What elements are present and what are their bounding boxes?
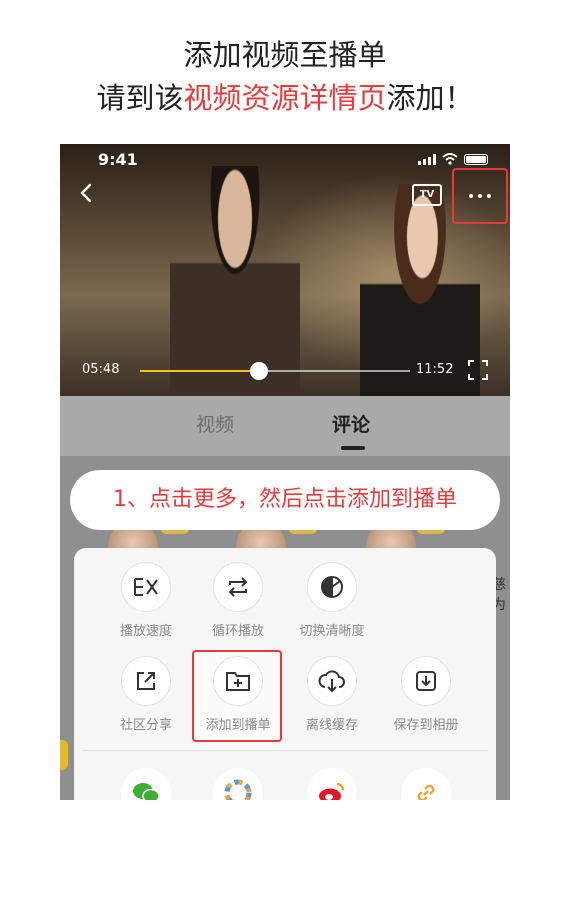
share-wechat[interactable] bbox=[96, 768, 196, 800]
battery-icon bbox=[464, 153, 488, 165]
action-add-to-playlist[interactable]: 添加到播单 bbox=[188, 656, 288, 733]
action-label: 播放速度 bbox=[119, 624, 172, 639]
share-weibo[interactable] bbox=[282, 768, 382, 800]
video-player[interactable]: 9:41 TV 05:48 11:52 bbox=[60, 144, 510, 396]
loop-icon bbox=[213, 562, 263, 612]
action-offline-cache[interactable]: 离线缓存 bbox=[282, 656, 382, 733]
action-label: 循环播放 bbox=[211, 624, 264, 639]
floating-tab[interactable] bbox=[60, 740, 68, 770]
status-time: 9:41 bbox=[98, 150, 138, 169]
share-icon bbox=[121, 656, 171, 706]
action-loop[interactable]: 循环播放 bbox=[188, 562, 288, 639]
back-icon[interactable] bbox=[76, 182, 98, 204]
share-link[interactable] bbox=[376, 768, 476, 800]
speed-icon bbox=[121, 562, 171, 612]
progress-bar[interactable] bbox=[140, 362, 410, 380]
cloud-download-icon bbox=[307, 656, 357, 706]
more-button[interactable] bbox=[452, 168, 508, 224]
signal-icon bbox=[418, 153, 436, 165]
more-dot-icon bbox=[478, 194, 482, 198]
action-label: 添加到播单 bbox=[205, 718, 271, 733]
instruction-callout: 1、点击更多，然后点击添加到播单 bbox=[70, 470, 500, 530]
status-icons bbox=[418, 153, 488, 165]
tab-bar bbox=[60, 396, 510, 456]
tab-comment[interactable]: 评论 bbox=[332, 410, 370, 437]
more-dot-icon bbox=[469, 194, 473, 198]
action-label: 保存到相册 bbox=[393, 718, 459, 733]
heading-line-2: 请到该视频资源详情页添加！ bbox=[0, 75, 570, 117]
share-moments[interactable] bbox=[188, 768, 288, 800]
total-time: 11:52 bbox=[416, 362, 454, 377]
action-label: 社区分享 bbox=[119, 718, 172, 733]
action-quality[interactable]: 切换清晰度 bbox=[282, 562, 382, 639]
quality-icon bbox=[307, 562, 357, 612]
progress-knob[interactable] bbox=[249, 362, 268, 380]
action-speed[interactable]: 播放速度 bbox=[96, 562, 196, 639]
phone-screenshot: 9:41 TV 05:48 11:52 视频 评论 慈为 1、点击更多，然后点击… bbox=[60, 144, 510, 800]
action-label: 切换清晰度 bbox=[299, 624, 365, 639]
tv-cast-button[interactable]: TV bbox=[412, 184, 442, 206]
action-sheet: 播放速度 循环播放 切换清晰度 社区分享 添加到播单 离线缓存 保存到相册 bbox=[74, 548, 496, 800]
tab-active-indicator bbox=[341, 446, 365, 450]
current-time: 05:48 bbox=[82, 362, 120, 377]
heading-line-1: 添加视频至播单 bbox=[183, 38, 387, 72]
weibo-icon bbox=[307, 768, 357, 800]
moments-icon bbox=[213, 768, 263, 800]
heading-suffix: 添加！ bbox=[386, 81, 474, 115]
tab-video[interactable]: 视频 bbox=[196, 410, 234, 437]
sheet-divider bbox=[82, 750, 488, 751]
progress-fill bbox=[140, 370, 259, 372]
action-save-to-album[interactable]: 保存到相册 bbox=[376, 656, 476, 733]
more-dot-icon bbox=[487, 194, 491, 198]
video-frame-actor bbox=[170, 166, 300, 396]
action-label: 离线缓存 bbox=[305, 718, 358, 733]
wechat-icon bbox=[121, 768, 171, 800]
save-to-album-icon bbox=[401, 656, 451, 706]
action-community-share[interactable]: 社区分享 bbox=[96, 656, 196, 733]
fullscreen-icon[interactable] bbox=[468, 360, 488, 380]
heading-highlight: 视频资源详情页 bbox=[183, 81, 387, 115]
link-icon bbox=[401, 768, 451, 800]
add-to-playlist-icon bbox=[213, 656, 263, 706]
heading-prefix: 请到该 bbox=[96, 81, 184, 115]
wifi-icon bbox=[442, 153, 458, 165]
